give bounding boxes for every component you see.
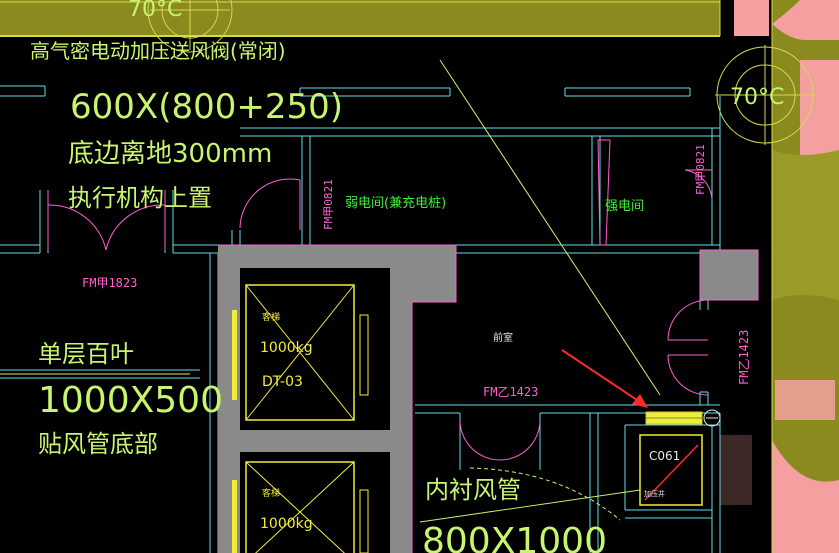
room-label-weak-electric: 弱电间(兼充电桩) xyxy=(345,195,446,211)
shaft-code: C061 xyxy=(649,449,680,463)
elevator-a-label: 客梯 xyxy=(262,311,280,323)
elevator-b-capacity: 1000kg xyxy=(260,516,313,532)
fan-valve-actuator: 执行机构上置 xyxy=(68,184,212,212)
duct-size-label: 800X1000 xyxy=(422,521,607,553)
fire-damper-label-right: 70°C xyxy=(730,85,784,110)
duct-lining-label: 内衬风管 xyxy=(425,476,521,504)
louver-title: 单层百叶 xyxy=(38,340,134,368)
shaft-note: 加压井 xyxy=(644,489,665,498)
door-label-fm1823: FM甲1823 xyxy=(82,276,137,290)
elevator-a-capacity: 1000kg xyxy=(260,340,313,356)
elevator-core-walls xyxy=(218,244,759,553)
door-label-fm0821-a: FM甲0821 xyxy=(322,179,335,230)
louver-note: 贴风管底部 xyxy=(38,430,158,458)
louver-size: 1000X500 xyxy=(38,380,223,421)
room-label-strong-electric: 强电间 xyxy=(605,199,644,214)
elevator-car-b xyxy=(232,461,369,553)
door-label-fm0821-b: FM甲0821 xyxy=(694,144,707,195)
fan-valve-height: 底边离地300mm xyxy=(68,139,272,169)
elevator-b-label: 客梯 xyxy=(262,487,280,499)
room-label-vestibule: 前室 xyxy=(493,331,513,344)
elevator-a-id: DT-03 xyxy=(262,374,303,390)
cad-drawing: 70°C 70°C 客梯 1000kg DT-03 客梯 1000kg C061… xyxy=(0,0,839,553)
supply-air-duct-top xyxy=(0,0,721,37)
fire-damper-label-left: 70°C xyxy=(128,0,182,22)
red-arrow xyxy=(561,349,648,408)
door-label-fm1423-b: FM乙1423 xyxy=(737,330,751,385)
door-label-fm1423-a: FM乙1423 xyxy=(483,385,538,399)
fan-valve-size: 600X(800+250) xyxy=(70,87,343,127)
fan-valve-title: 高气密电动加压送风阀(常闭) xyxy=(30,39,286,63)
